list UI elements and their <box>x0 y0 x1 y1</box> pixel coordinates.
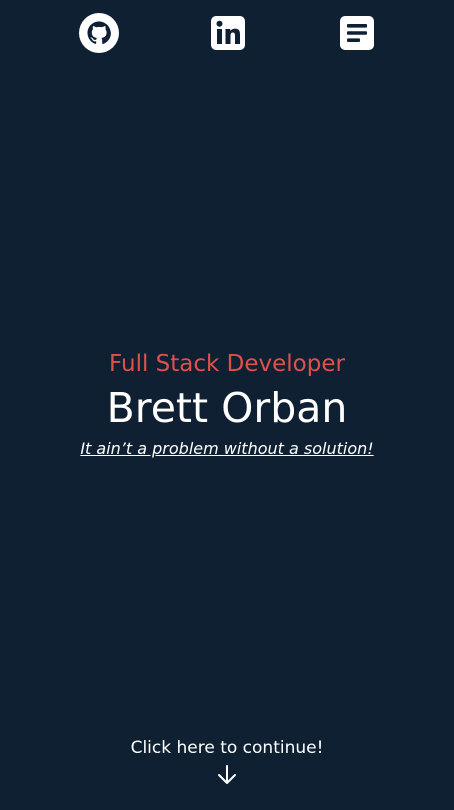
linkedin-icon <box>211 16 245 50</box>
hero-tagline-link[interactable]: It ain’t a problem without a solution! <box>0 438 454 460</box>
github-link[interactable] <box>78 12 120 54</box>
hero-subtitle: Full Stack Developer <box>109 351 345 377</box>
linkedin-link[interactable] <box>207 12 249 54</box>
document-icon <box>340 16 374 50</box>
github-icon <box>79 13 119 53</box>
continue-label: Click here to continue! <box>130 738 324 758</box>
continue-button[interactable]: Click here to continue! <box>0 736 454 786</box>
hero-name: Brett Orban <box>106 384 348 432</box>
top-nav <box>0 0 454 64</box>
arrow-down-icon <box>218 765 236 784</box>
resume-link[interactable] <box>336 12 378 54</box>
